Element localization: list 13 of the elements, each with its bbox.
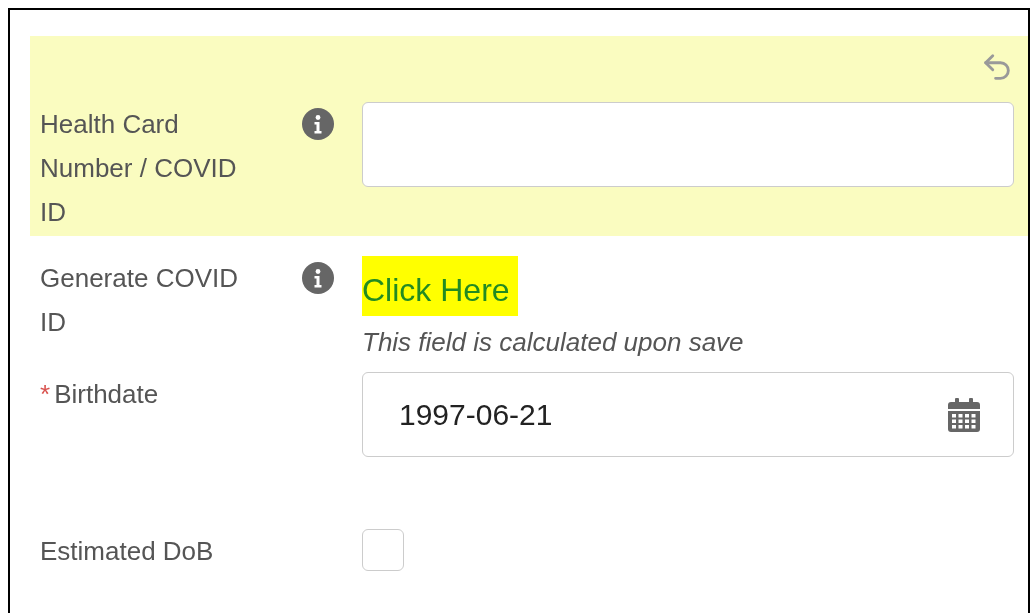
calculated-note: This field is calculated upon save [362, 326, 744, 359]
required-marker: * [40, 378, 51, 411]
text-field[interactable] [362, 102, 1014, 187]
info-icon[interactable] [302, 262, 334, 294]
field-label: Birthdate [54, 378, 159, 411]
checkbox[interactable] [362, 529, 404, 571]
field-label: Estimated DoB [40, 535, 214, 568]
field-label: Health Card Number / COVID ID [40, 108, 238, 229]
calendar-icon[interactable] [947, 396, 981, 433]
date-field[interactable]: 1997-06-21 [362, 372, 1014, 457]
click-here-link[interactable]: Click Here [362, 256, 518, 316]
info-icon[interactable] [302, 108, 334, 140]
field-label: Generate COVID ID [40, 262, 239, 339]
